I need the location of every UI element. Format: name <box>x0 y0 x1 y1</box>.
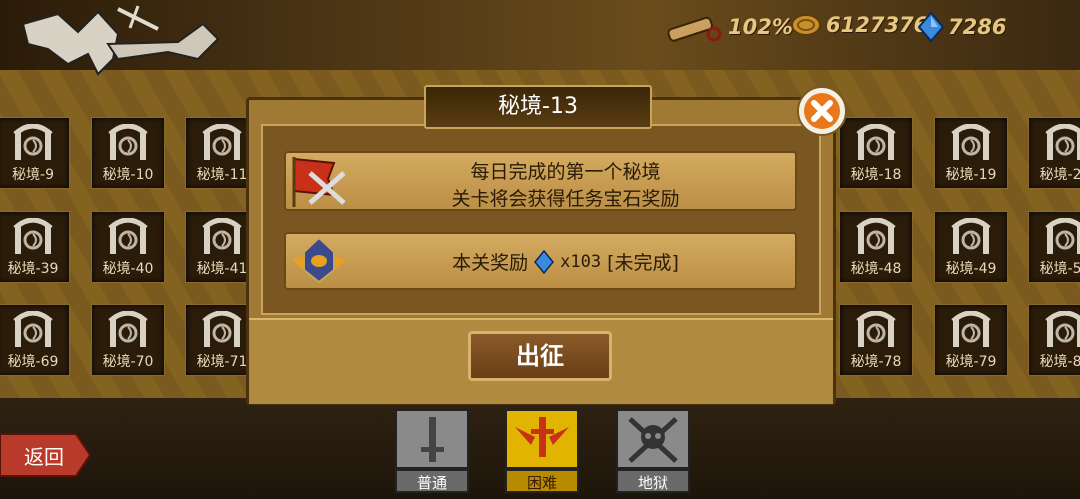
level-tile[interactable]: 秘境-78 <box>839 304 913 376</box>
daily-info-line2: 关卡将会获得任务宝石奖励 <box>451 188 680 210</box>
level-tile[interactable]: 秘境-39 <box>0 211 70 283</box>
flag-swords-icon <box>292 157 346 207</box>
dragon-logo-icon <box>21 5 220 76</box>
level-tile-label: 秘境-49 <box>945 261 997 277</box>
gold-value: 6127376 <box>826 13 929 37</box>
mode-hard[interactable]: 困难 <box>505 409 579 495</box>
level-tile-label: 秘境-50 <box>1039 261 1080 277</box>
mode-hell[interactable]: 地狱 <box>616 409 690 495</box>
portal-arch-icon <box>13 311 53 347</box>
portal-arch-icon <box>856 124 896 160</box>
portal-arch-icon <box>202 124 242 160</box>
portal-arch-icon <box>951 311 991 347</box>
portal-arch-icon <box>1045 218 1080 254</box>
level-tile[interactable]: 秘境-18 <box>839 117 913 189</box>
level-tile-label: 秘境-19 <box>945 167 997 183</box>
level-tile-label: 秘境-78 <box>850 354 902 370</box>
level-tile-label: 秘境-18 <box>850 167 902 183</box>
portal-arch-icon <box>951 218 991 254</box>
portal-arch-icon <box>951 124 991 160</box>
daily-info-bar: 每日完成的第一个秘境 关卡将会获得任务宝石奖励 <box>284 151 797 211</box>
daily-info-line1: 每日完成的第一个秘境 <box>470 161 661 183</box>
portal-arch-icon <box>108 311 148 347</box>
reward-status: [未完成] <box>607 252 679 274</box>
level-tile-label: 秘境-20 <box>1039 167 1080 183</box>
mode-normal[interactable]: 普通 <box>395 409 469 495</box>
portal-arch-icon <box>108 124 148 160</box>
winged-sword-icon <box>515 417 569 457</box>
portal-arch-icon <box>1045 311 1080 347</box>
mode-hard-label: 困难 <box>505 469 579 493</box>
level-tile[interactable]: 秘境-80 <box>1028 304 1080 376</box>
mode-normal-icon-box <box>395 409 469 469</box>
level-tile[interactable]: 秘境-79 <box>934 304 1008 376</box>
close-icon <box>797 86 847 136</box>
capacity-value: 102% <box>728 15 793 39</box>
skull-crossed-swords-icon <box>628 417 678 463</box>
close-button[interactable] <box>796 85 848 137</box>
portal-arch-icon <box>13 124 53 160</box>
sword-icon <box>421 417 444 462</box>
reward-label: 本关奖励 <box>452 252 529 274</box>
level-tile-label: 秘境-69 <box>7 354 59 370</box>
blue-gem-icon <box>918 12 944 42</box>
portal-arch-icon <box>13 218 53 254</box>
gold-coin-icon <box>791 14 821 36</box>
level-tile-label: 秘境-39 <box>7 261 59 277</box>
level-tile-label: 秘境-40 <box>102 261 154 277</box>
mode-normal-label: 普通 <box>395 469 469 493</box>
level-tile-label: 秘境-80 <box>1039 354 1080 370</box>
portal-arch-icon <box>856 311 896 347</box>
level-tile-label: 秘境-10 <box>102 167 154 183</box>
level-tile[interactable]: 秘境-70 <box>91 304 165 376</box>
reward-amount: x103 <box>560 251 602 272</box>
go-button[interactable]: 出征 <box>468 331 612 381</box>
level-tile-label: 秘境-79 <box>945 354 997 370</box>
gem-value: 7286 <box>948 15 1007 39</box>
reward-gem-icon <box>534 249 555 274</box>
level-tile[interactable]: 秘境-40 <box>91 211 165 283</box>
mode-hell-icon-box <box>616 409 690 469</box>
level-tile[interactable]: 秘境-49 <box>934 211 1008 283</box>
gold-display: 6127376 <box>790 12 928 38</box>
portal-arch-icon <box>202 218 242 254</box>
level-tile[interactable]: 秘境-50 <box>1028 211 1080 283</box>
portal-arch-icon <box>202 311 242 347</box>
level-tile[interactable]: 秘境-69 <box>0 304 70 376</box>
capacity-display: 102% <box>664 12 793 42</box>
back-button[interactable]: 返回 <box>0 432 92 478</box>
portal-arch-icon <box>1045 124 1080 160</box>
back-label: 返回 <box>24 445 64 469</box>
level-tile[interactable]: 秘境-10 <box>91 117 165 189</box>
level-tile[interactable]: 秘境-9 <box>0 117 70 189</box>
level-tile-label: 秘境-70 <box>102 354 154 370</box>
mode-hell-label: 地狱 <box>616 469 690 493</box>
level-tile[interactable]: 秘境-19 <box>934 117 1008 189</box>
reward-line: 本关奖励 x103 [未完成] <box>346 248 785 275</box>
level-tile-label: 秘境-9 <box>12 167 54 183</box>
spyglass-icon <box>667 16 722 42</box>
winged-badge-icon <box>292 236 346 284</box>
portal-arch-icon <box>108 218 148 254</box>
reward-bar: 本关奖励 x103 [未完成] <box>284 232 797 290</box>
level-tile-label: 秘境-48 <box>850 261 902 277</box>
level-tile[interactable]: 秘境-48 <box>839 211 913 283</box>
dialog-title: 秘境-13 <box>424 85 652 129</box>
mode-hard-icon-box <box>505 409 579 469</box>
gem-display: 7286 <box>918 12 1006 42</box>
portal-arch-icon <box>856 218 896 254</box>
level-tile[interactable]: 秘境-20 <box>1028 117 1080 189</box>
